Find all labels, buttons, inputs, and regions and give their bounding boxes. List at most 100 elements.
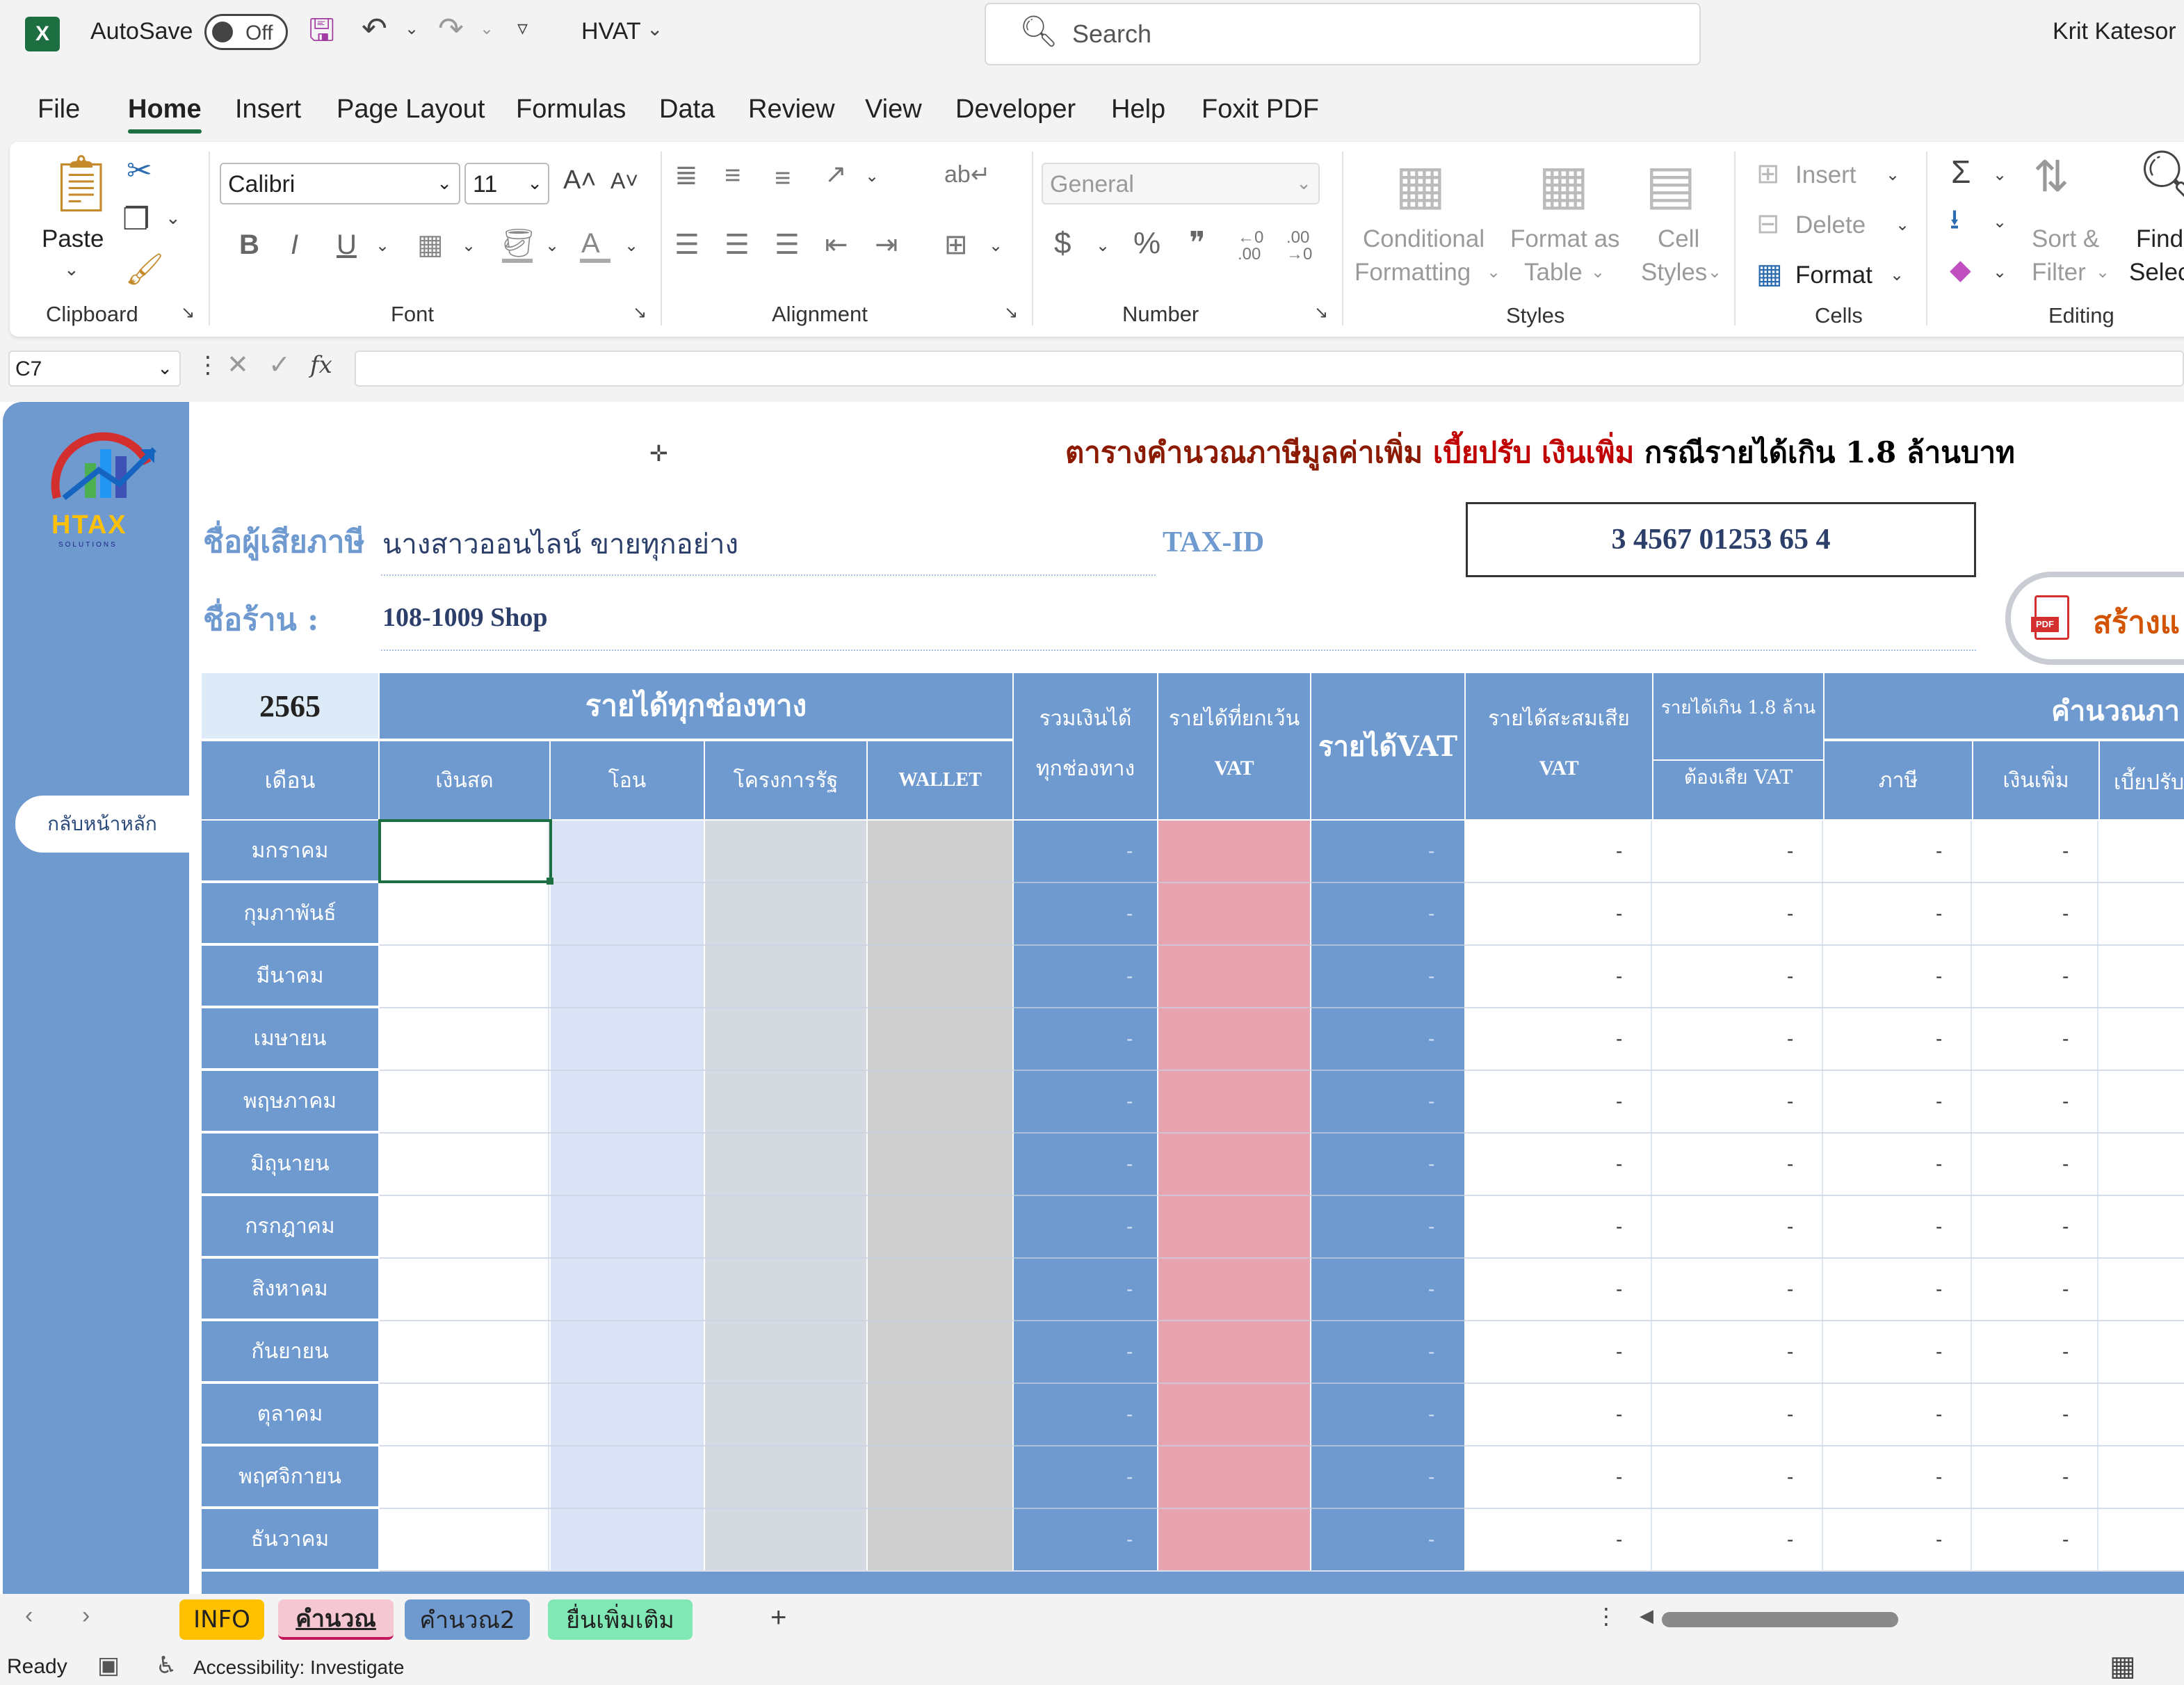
- sort-filter-icon[interactable]: ⇅: [2033, 156, 2069, 199]
- cell-styles-label-2[interactable]: Styles: [1641, 259, 1707, 287]
- clear-icon[interactable]: ◆: [1950, 256, 1971, 284]
- more-options-icon[interactable]: ⋮: [1595, 1605, 1617, 1627]
- cut-icon[interactable]: ✂: [127, 156, 152, 186]
- tab-page-layout[interactable]: Page Layout: [337, 95, 485, 124]
- cell-styles-dropdown-icon[interactable]: ⌄: [1708, 264, 1722, 281]
- save-icon[interactable]: 🖫: [309, 15, 335, 46]
- increase-indent-icon[interactable]: ⇥: [875, 231, 898, 259]
- autosum-icon[interactable]: Σ: [1951, 156, 1971, 188]
- select-label[interactable]: Select: [2129, 259, 2184, 287]
- add-sheet-icon[interactable]: +: [770, 1604, 786, 1631]
- copy-icon[interactable]: ❐: [122, 204, 149, 235]
- selected-cell[interactable]: [378, 819, 552, 883]
- back-to-home-button[interactable]: กลับหน้าหลัก: [15, 796, 189, 853]
- decrease-decimal-icon[interactable]: .00 →0: [1286, 229, 1312, 263]
- align-right-icon[interactable]: ☰: [775, 231, 800, 259]
- autosum-dropdown-icon[interactable]: ⌄: [1993, 167, 2007, 184]
- comma-style-icon[interactable]: ❞: [1189, 228, 1206, 259]
- scroll-right-icon[interactable]: ›: [82, 1604, 90, 1627]
- format-cells-icon[interactable]: ▦: [1756, 260, 1783, 288]
- percent-icon[interactable]: %: [1133, 228, 1160, 259]
- format-as-label-2[interactable]: Table: [1524, 259, 1583, 287]
- italic-icon[interactable]: I: [291, 231, 298, 259]
- conditional-formatting-icon[interactable]: ▦: [1395, 157, 1446, 211]
- insert-function-icon[interactable]: fx: [310, 353, 332, 377]
- undo-dropdown-icon[interactable]: ⌄: [405, 21, 419, 38]
- insert-dropdown-icon[interactable]: ⌄: [1886, 167, 1900, 184]
- borders-dropdown-icon[interactable]: ⌄: [462, 238, 476, 255]
- file-name[interactable]: HVAT: [581, 18, 641, 45]
- tab-file[interactable]: File: [38, 95, 80, 124]
- decrease-font-icon[interactable]: A˅: [610, 170, 638, 192]
- underline-dropdown-icon[interactable]: ⌄: [375, 238, 389, 255]
- insert-cells-button[interactable]: Insert: [1795, 161, 1857, 189]
- align-top-icon[interactable]: ≣: [674, 161, 698, 189]
- redo-icon[interactable]: ↷: [438, 14, 464, 45]
- font-color-icon[interactable]: A: [581, 229, 600, 257]
- font-launcher-icon[interactable]: ↘: [633, 305, 647, 321]
- conditional-label-2[interactable]: Formatting: [1354, 259, 1471, 287]
- paste-button[interactable]: Paste: [42, 225, 104, 253]
- sheet-tab-info[interactable]: INFO: [179, 1599, 264, 1640]
- taxid-box[interactable]: 3 4567 01253 65 4: [1466, 502, 1976, 577]
- filename-chevron-icon[interactable]: ⌄: [647, 19, 663, 39]
- delete-cells-button[interactable]: Delete: [1795, 211, 1866, 239]
- taxpayer-name[interactable]: นางสาวออนไลน์ ขายทุกอย่าง: [382, 522, 738, 566]
- format-as-table-icon[interactable]: ▦: [1538, 157, 1590, 211]
- orientation-dropdown-icon[interactable]: ⌄: [865, 168, 879, 185]
- align-center-icon[interactable]: ☰: [725, 231, 750, 259]
- macro-record-icon[interactable]: ▣: [97, 1654, 120, 1677]
- format-painter-icon[interactable]: 🖌︎: [125, 255, 164, 285]
- copy-dropdown-icon[interactable]: ⌄: [165, 209, 181, 227]
- clear-dropdown-icon[interactable]: ⌄: [1993, 264, 2007, 281]
- undo-icon[interactable]: ↶: [362, 14, 387, 45]
- format-cells-button[interactable]: Format: [1795, 261, 1872, 289]
- align-left-icon[interactable]: ☰: [674, 231, 699, 259]
- search-box[interactable]: 🔍︎ Search: [985, 3, 1701, 65]
- enter-icon[interactable]: ✓: [268, 352, 291, 378]
- sort-dropdown-icon[interactable]: ⌄: [2096, 264, 2110, 281]
- tab-view[interactable]: View: [865, 95, 922, 124]
- accessibility-status[interactable]: Accessibility: Investigate: [193, 1656, 404, 1679]
- sheet-tab-calc[interactable]: คำนวณ: [278, 1599, 394, 1640]
- orientation-icon[interactable]: ↗: [825, 161, 847, 188]
- hscroll-left-icon[interactable]: ◀: [1640, 1606, 1653, 1624]
- number-format-select[interactable]: General ⌄: [1042, 163, 1320, 204]
- customize-toolbar-icon[interactable]: ▿: [517, 18, 528, 39]
- currency-dropdown-icon[interactable]: ⌄: [1096, 238, 1110, 255]
- font-name-select[interactable]: Calibri ⌄: [220, 163, 460, 204]
- sort-label[interactable]: Sort &: [2032, 225, 2099, 253]
- increase-font-icon[interactable]: A˄: [563, 167, 597, 193]
- cancel-icon[interactable]: ✕: [227, 352, 249, 378]
- underline-icon[interactable]: U: [337, 231, 357, 259]
- conditional-dropdown-icon[interactable]: ⌄: [1487, 264, 1501, 281]
- tab-data[interactable]: Data: [659, 95, 715, 124]
- find-label[interactable]: Find &: [2136, 225, 2184, 253]
- name-box[interactable]: C7 ⌄: [8, 350, 181, 387]
- sheet-tab-calc2[interactable]: คำนวณ2: [405, 1599, 530, 1640]
- accessibility-icon[interactable]: ♿: [156, 1654, 177, 1677]
- format-as-label-1[interactable]: Format as: [1510, 225, 1620, 253]
- paste-icon[interactable]: 📋︎: [46, 156, 117, 211]
- currency-icon[interactable]: $: [1054, 228, 1071, 259]
- user-name[interactable]: Krit Katesor: [2053, 18, 2176, 45]
- more-icon[interactable]: ⋮: [196, 353, 220, 377]
- paste-dropdown-icon[interactable]: ⌄: [64, 260, 79, 278]
- filter-label[interactable]: Filter: [2032, 259, 2086, 287]
- alignment-launcher-icon[interactable]: ↘: [1004, 305, 1018, 321]
- format-table-dropdown-icon[interactable]: ⌄: [1591, 264, 1605, 281]
- horizontal-scrollbar-thumb[interactable]: [1662, 1612, 1898, 1627]
- cell-styles-icon[interactable]: ▤: [1645, 157, 1697, 211]
- tab-insert[interactable]: Insert: [235, 95, 301, 124]
- sheet-tab-additional[interactable]: ยื่นเพิ่มเติม: [548, 1599, 693, 1640]
- conditional-label-1[interactable]: Conditional: [1363, 225, 1485, 253]
- merge-center-icon[interactable]: ⊞: [944, 231, 968, 259]
- increase-decimal-icon[interactable]: ←0.00: [1238, 229, 1263, 263]
- font-size-select[interactable]: 11 ⌄: [464, 163, 549, 204]
- bold-icon[interactable]: B: [239, 231, 259, 259]
- tab-help[interactable]: Help: [1111, 95, 1165, 124]
- borders-icon[interactable]: ▦: [417, 231, 444, 259]
- tab-home[interactable]: Home: [128, 95, 202, 124]
- font-color-dropdown-icon[interactable]: ⌄: [624, 238, 638, 255]
- scroll-left-icon[interactable]: ‹: [25, 1604, 33, 1627]
